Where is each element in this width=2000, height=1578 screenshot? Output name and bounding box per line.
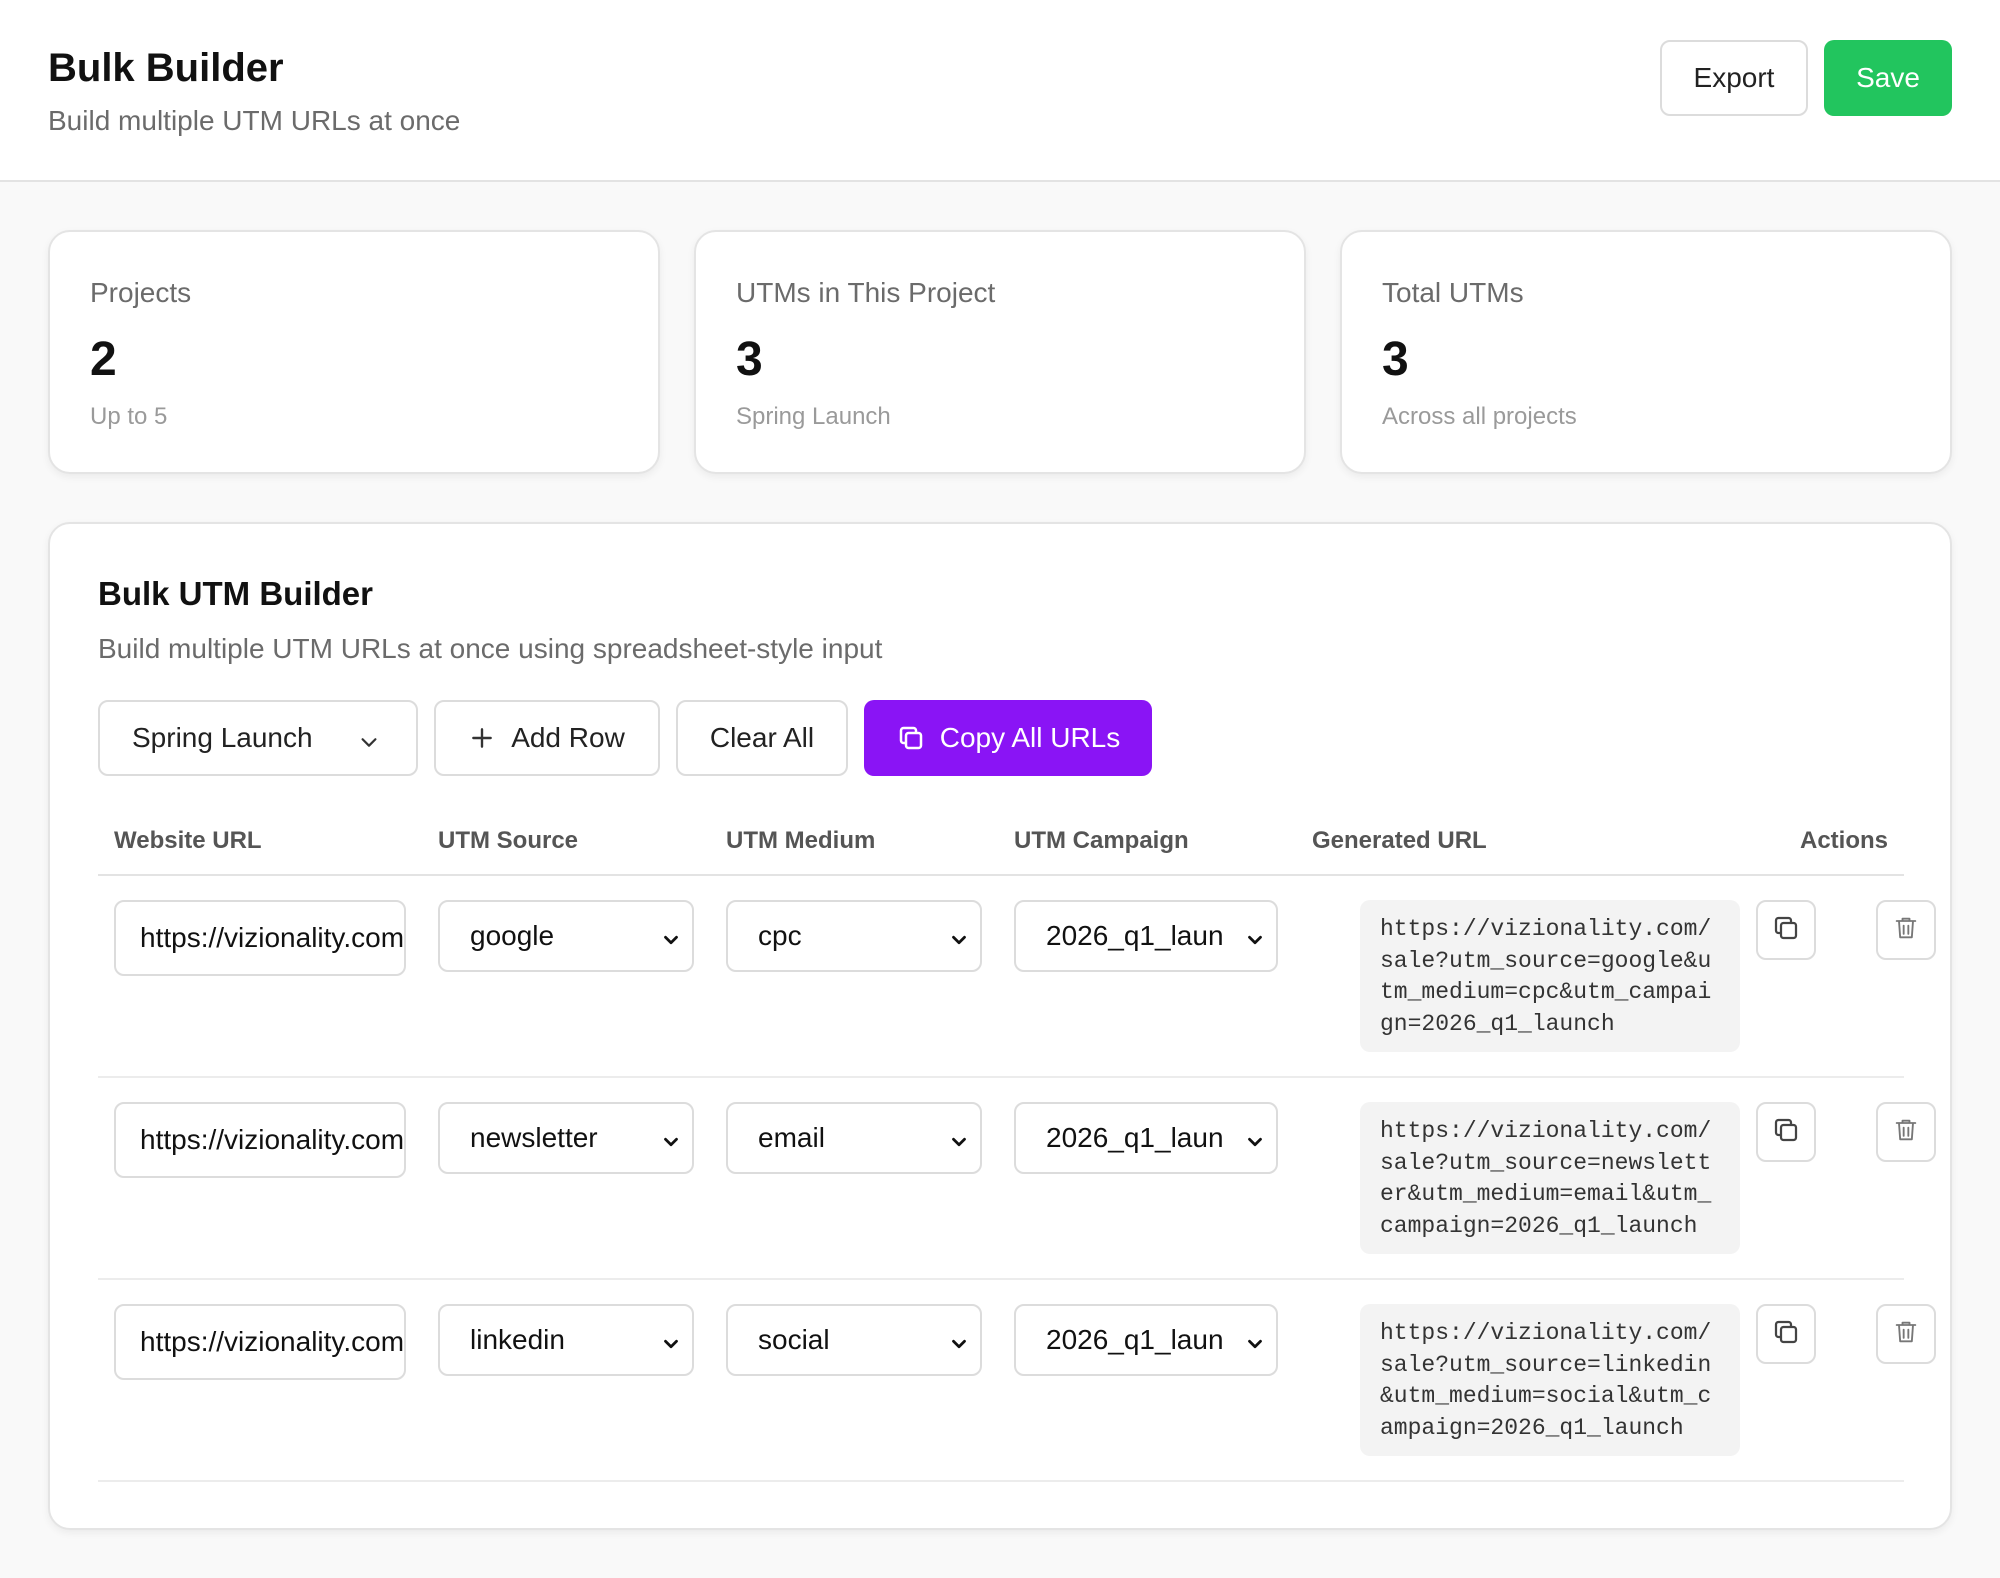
copy-url-button[interactable] bbox=[1756, 1102, 1816, 1162]
utm-medium-select[interactable]: social bbox=[726, 1304, 982, 1376]
table-row: newsletter email 2026_q1_launch https://… bbox=[98, 1078, 1936, 1280]
stat-label: Projects bbox=[90, 277, 192, 308]
utm-source-value: google bbox=[470, 920, 555, 951]
project-select-value: Spring Launch bbox=[132, 722, 313, 753]
utm-campaign-select[interactable]: 2026_q1_launch bbox=[1014, 1304, 1278, 1376]
utm-campaign-select[interactable]: 2026_q1_launch bbox=[1014, 900, 1278, 972]
stat-value: 3 bbox=[1382, 333, 1409, 386]
chevron-down-icon bbox=[358, 728, 380, 760]
caret-down-icon bbox=[948, 1330, 970, 1362]
stat-card-project-utms: UTMs in This Project 3 Spring Launch bbox=[694, 230, 1306, 474]
utm-medium-select[interactable]: email bbox=[726, 1102, 982, 1174]
utm-campaign-value: 2026_q1_launch bbox=[1046, 920, 1222, 951]
stat-card-total-utms: Total UTMs 3 Across all projects bbox=[1340, 230, 1952, 474]
stat-label: Total UTMs bbox=[1382, 277, 1524, 308]
copy-icon bbox=[1771, 1317, 1801, 1352]
copy-url-button[interactable] bbox=[1756, 900, 1816, 960]
add-row-button[interactable]: Add Row bbox=[434, 700, 660, 776]
page-title: Bulk Builder bbox=[48, 46, 284, 90]
utm-source-select[interactable]: newsletter bbox=[438, 1102, 694, 1174]
copy-all-urls-button[interactable]: Copy All URLs bbox=[864, 700, 1152, 776]
copy-icon bbox=[896, 723, 926, 753]
caret-down-icon bbox=[660, 926, 682, 958]
column-header-generated-url: Generated URL bbox=[1312, 827, 1487, 854]
table-row: linkedin social 2026_q1_launch https://v… bbox=[98, 1280, 1936, 1482]
utm-source-select[interactable]: linkedin bbox=[438, 1304, 694, 1376]
caret-down-icon bbox=[1244, 1128, 1266, 1160]
page-subtitle: Build multiple UTM URLs at once bbox=[48, 105, 461, 136]
delete-row-button[interactable] bbox=[1876, 900, 1936, 960]
stat-value: 2 bbox=[90, 333, 117, 386]
generated-url: https://vizionality.com/sale?utm_source=… bbox=[1360, 1102, 1740, 1254]
stat-note: Up to 5 bbox=[90, 403, 168, 430]
caret-down-icon bbox=[948, 926, 970, 958]
plus-icon bbox=[469, 725, 495, 751]
page-header: Bulk Builder Build multiple UTM URLs at … bbox=[0, 0, 2000, 182]
trash-icon bbox=[1892, 1318, 1920, 1351]
panel-subtitle: Build multiple UTM URLs at once using sp… bbox=[98, 633, 883, 664]
stat-value: 3 bbox=[736, 333, 763, 386]
website-url-input[interactable] bbox=[114, 900, 406, 976]
project-select[interactable]: Spring Launch bbox=[98, 700, 418, 776]
export-button[interactable]: Export bbox=[1660, 40, 1808, 116]
utm-source-value: newsletter bbox=[470, 1122, 598, 1153]
stat-card-projects: Projects 2 Up to 5 bbox=[48, 230, 660, 474]
stat-note: Across all projects bbox=[1382, 403, 1577, 430]
delete-row-button[interactable] bbox=[1876, 1304, 1936, 1364]
generated-url: https://vizionality.com/sale?utm_source=… bbox=[1360, 1304, 1740, 1456]
copy-icon bbox=[1771, 1115, 1801, 1150]
stat-note: Spring Launch bbox=[736, 403, 891, 430]
copy-icon bbox=[1771, 913, 1801, 948]
utm-source-value: linkedin bbox=[470, 1324, 565, 1355]
copy-all-label: Copy All URLs bbox=[939, 722, 1121, 753]
utm-medium-value: email bbox=[758, 1122, 825, 1153]
utm-campaign-value: 2026_q1_launch bbox=[1046, 1122, 1222, 1153]
utm-campaign-value: 2026_q1_launch bbox=[1046, 1324, 1222, 1355]
utm-medium-value: cpc bbox=[758, 920, 802, 951]
website-url-input[interactable] bbox=[114, 1102, 406, 1178]
column-header-utm-source: UTM Source bbox=[438, 827, 579, 854]
column-header-website-url: Website URL bbox=[114, 827, 262, 854]
stat-label: UTMs in This Project bbox=[736, 277, 996, 308]
bulk-builder-panel: Bulk UTM Builder Build multiple UTM URLs… bbox=[48, 522, 1952, 1530]
column-header-utm-medium: UTM Medium bbox=[726, 827, 876, 854]
caret-down-icon bbox=[1244, 926, 1266, 958]
column-header-utm-campaign: UTM Campaign bbox=[1014, 827, 1189, 854]
utm-medium-select[interactable]: cpc bbox=[726, 900, 982, 972]
utm-campaign-select[interactable]: 2026_q1_launch bbox=[1014, 1102, 1278, 1174]
add-row-label: Add Row bbox=[511, 722, 625, 753]
panel-title: Bulk UTM Builder bbox=[98, 575, 374, 612]
trash-icon bbox=[1892, 914, 1920, 947]
caret-down-icon bbox=[660, 1128, 682, 1160]
caret-down-icon bbox=[660, 1330, 682, 1362]
table-row: google cpc 2026_q1_launch https://vizion… bbox=[98, 876, 1936, 1078]
copy-url-button[interactable] bbox=[1756, 1304, 1816, 1364]
save-button[interactable]: Save bbox=[1824, 40, 1952, 116]
website-url-input[interactable] bbox=[114, 1304, 406, 1380]
trash-icon bbox=[1892, 1116, 1920, 1149]
utm-medium-value: social bbox=[758, 1324, 830, 1355]
caret-down-icon bbox=[948, 1128, 970, 1160]
utm-source-select[interactable]: google bbox=[438, 900, 694, 972]
delete-row-button[interactable] bbox=[1876, 1102, 1936, 1162]
column-header-actions: Actions bbox=[1800, 827, 1889, 854]
caret-down-icon bbox=[1244, 1330, 1266, 1362]
generated-url: https://vizionality.com/sale?utm_source=… bbox=[1360, 900, 1740, 1052]
clear-all-button[interactable]: Clear All bbox=[676, 700, 848, 776]
